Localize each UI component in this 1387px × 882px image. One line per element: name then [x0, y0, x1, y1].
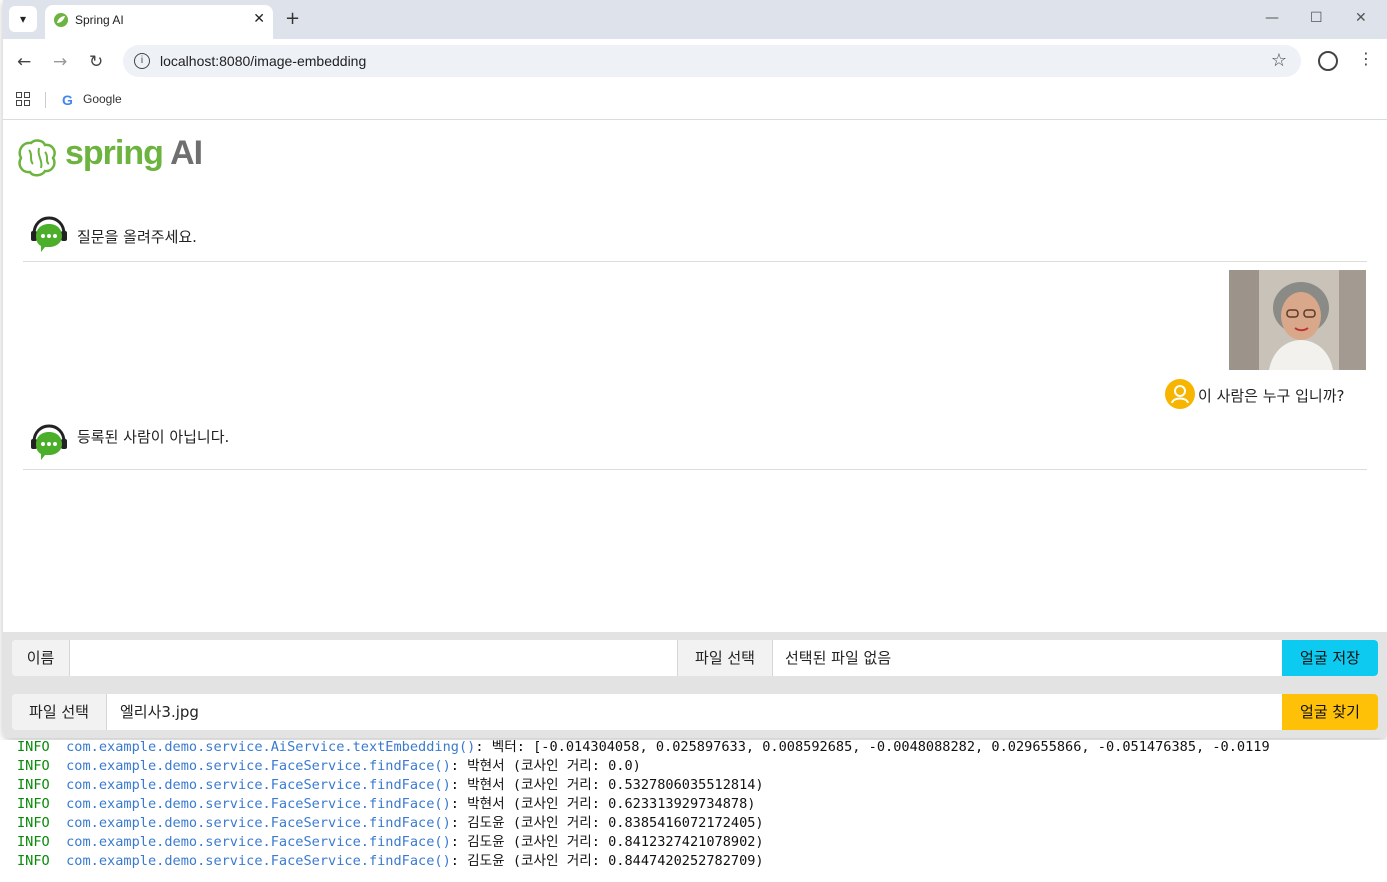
profile-icon[interactable]: [1318, 51, 1338, 71]
chatbot-headset-icon: [31, 424, 67, 460]
new-tab-button[interactable]: +: [285, 8, 300, 29]
bot-message: 등록된 사람이 아닙니다.: [23, 418, 1367, 470]
tab-search-button[interactable]: ▾: [9, 6, 37, 32]
spring-ai-logo: spring AI: [15, 134, 215, 178]
name-input[interactable]: [70, 640, 676, 676]
log-line: INFO com.example.demo.service.FaceServic…: [17, 796, 756, 812]
console-log: INFO com.example.demo.service.AiService.…: [0, 740, 1387, 882]
tab-spring-ai[interactable]: Spring AI ✕: [45, 5, 273, 39]
close-icon[interactable]: ✕: [253, 11, 265, 27]
log-line: INFO com.example.demo.service.FaceServic…: [17, 758, 641, 774]
logo-text-spring: spring: [65, 134, 164, 172]
bot-greeting-text: 질문을 올려주세요.: [77, 228, 197, 246]
window-close-icon[interactable]: ✕: [1355, 10, 1367, 26]
save-face-button[interactable]: 얼굴 저장: [1282, 640, 1378, 676]
log-line: INFO com.example.demo.service.FaceServic…: [17, 777, 764, 793]
info-icon[interactable]: i: [134, 53, 150, 69]
search-file-choose-button[interactable]: 파일 선택: [12, 694, 107, 730]
bookmarks-separator: [45, 92, 46, 108]
spring-leaf-icon: [54, 13, 68, 27]
chevron-down-icon: ▾: [19, 12, 27, 26]
google-icon: G: [62, 92, 73, 108]
brain-leaf-icon: [18, 139, 56, 177]
browser-toolbar: ← → ↻ i localhost:8080/image-embedding ☆…: [3, 39, 1387, 83]
form-area: 이름 파일 선택 선택된 파일 없음 얼굴 저장 파일 선택 엘리사3.jpg …: [3, 632, 1387, 738]
browser-window: ▾ Spring AI ✕ + — ☐ ✕ ← → ↻ i localhost:…: [3, 0, 1387, 738]
apps-grid-icon[interactable]: [16, 92, 30, 106]
bookmarks-bar: G Google: [3, 83, 1387, 120]
bot-message: 질문을 올려주세요.: [23, 212, 1367, 262]
menu-kebab-icon[interactable]: ⋮: [1358, 49, 1374, 68]
register-face-form: 이름 파일 선택 선택된 파일 없음 얼굴 저장: [12, 640, 1378, 676]
uploaded-face-image: [1229, 270, 1366, 370]
bookmark-google[interactable]: Google: [83, 92, 122, 106]
tab-strip: ▾ Spring AI ✕ + — ☐ ✕: [3, 0, 1387, 39]
search-face-form: 파일 선택 엘리사3.jpg 얼굴 찾기: [12, 694, 1378, 730]
address-bar[interactable]: i localhost:8080/image-embedding ☆: [123, 45, 1301, 77]
maximize-icon[interactable]: ☐: [1310, 10, 1323, 26]
logo-text-ai: AI: [170, 134, 203, 172]
register-file-choose-button[interactable]: 파일 선택: [677, 640, 773, 676]
user-icon: [1171, 385, 1189, 404]
search-file-name: 엘리사3.jpg: [120, 703, 199, 721]
name-label: 이름: [12, 640, 70, 676]
find-face-button[interactable]: 얼굴 찾기: [1282, 694, 1378, 730]
tab-title: Spring AI: [75, 13, 124, 27]
minimize-icon[interactable]: —: [1265, 10, 1279, 26]
log-line: INFO com.example.demo.service.AiService.…: [17, 740, 1270, 755]
url-text[interactable]: localhost:8080/image-embedding: [160, 53, 366, 69]
reload-icon[interactable]: ↻: [89, 52, 103, 72]
log-line: INFO com.example.demo.service.FaceServic…: [17, 815, 764, 831]
user-question-text: 이 사람은 누구 입니까?: [1198, 387, 1345, 405]
bot-answer-text: 등록된 사람이 아닙니다.: [77, 428, 230, 446]
log-line: INFO com.example.demo.service.FaceServic…: [17, 853, 764, 869]
forward-arrow-icon[interactable]: →: [53, 52, 67, 72]
user-avatar: [1165, 379, 1195, 409]
register-file-status: 선택된 파일 없음: [785, 649, 892, 667]
page-content: spring AI 질문을 올려주세요. 이 사람은 누구 입니까? 등록된 사…: [3, 120, 1387, 738]
back-arrow-icon[interactable]: ←: [17, 52, 31, 72]
chatbot-headset-icon: [31, 216, 67, 252]
bookmark-star-icon[interactable]: ☆: [1271, 50, 1287, 71]
log-line: INFO com.example.demo.service.FaceServic…: [17, 834, 764, 850]
